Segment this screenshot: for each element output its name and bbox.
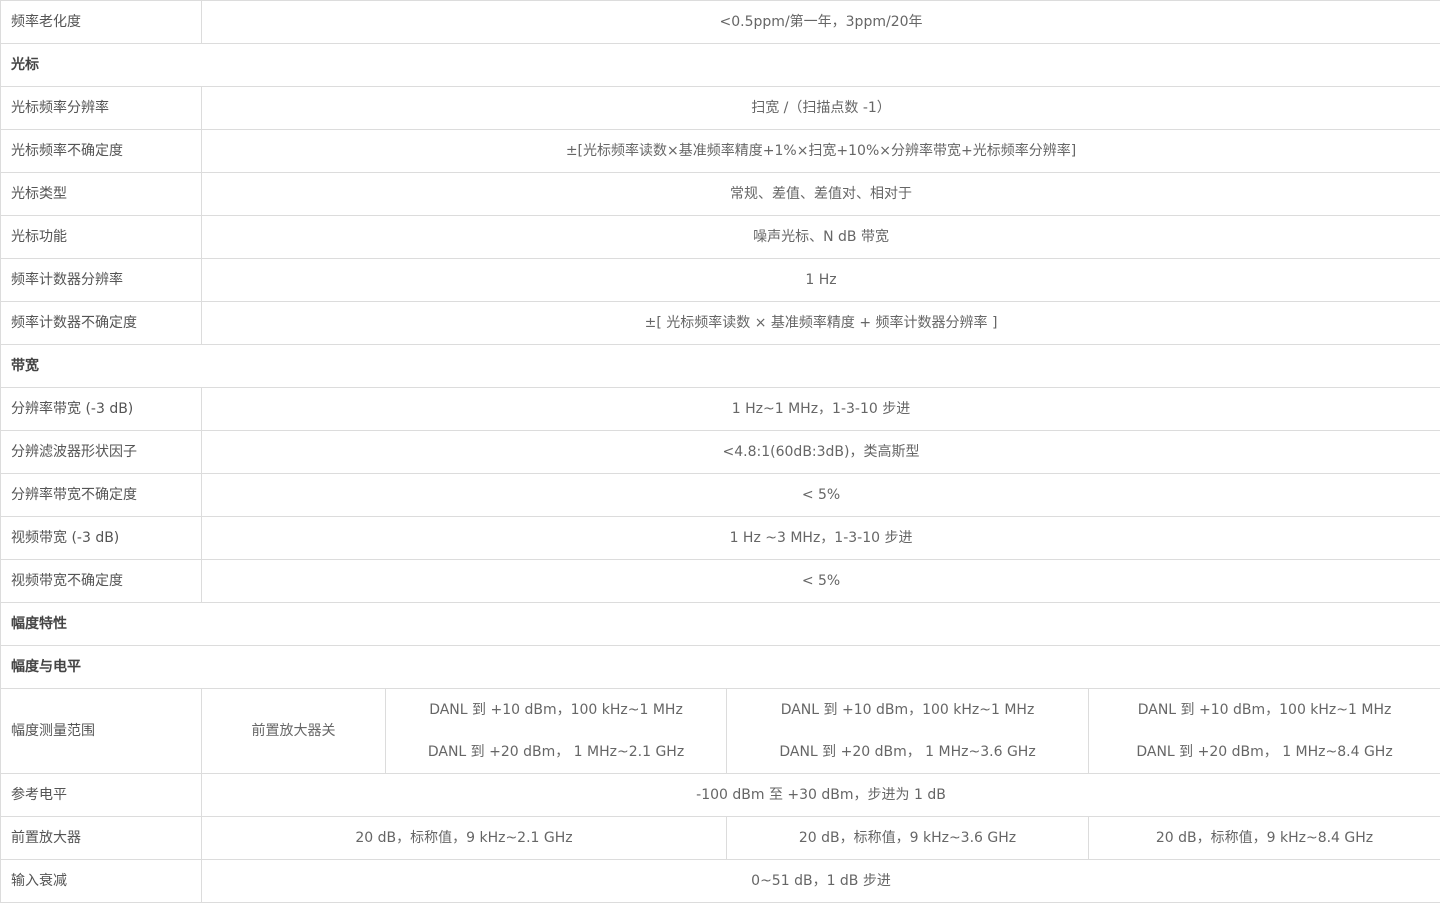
row-label: 分辨滤波器形状因子 (1, 431, 202, 474)
row-value: < 5% (202, 474, 1440, 517)
range-line: DANL 到 +20 dBm， 1 MHz~3.6 GHz (727, 743, 1088, 761)
row-value: <4.8:1(60dB:3dB)，类高斯型 (202, 431, 1440, 474)
table-row: 频率计数器分辨率 1 Hz (1, 259, 1440, 302)
row-label: 光标类型 (1, 173, 202, 216)
row-label: 视频带宽不确定度 (1, 560, 202, 603)
row-label: 输入衰减 (1, 860, 202, 903)
range-line: DANL 到 +20 dBm， 1 MHz~2.1 GHz (386, 743, 726, 761)
row-sublabel: 前置放大器关 (202, 689, 386, 774)
table-row: 参考电平 -100 dBm 至 +30 dBm，步进为 1 dB (1, 774, 1440, 817)
table-row: 分辨率带宽不确定度 < 5% (1, 474, 1440, 517)
row-value: 扫宽 /（扫描点数 -1） (202, 87, 1440, 130)
section-heading: 幅度特性 (1, 603, 1440, 646)
table-row: 输入衰减 0~51 dB，1 dB 步进 (1, 860, 1440, 903)
range-line: DANL 到 +10 dBm，100 kHz~1 MHz (727, 701, 1088, 719)
row-value: ±[ 光标频率读数 × 基准频率精度 + 频率计数器分辨率 ] (202, 302, 1440, 345)
table-row: 前置放大器 20 dB，标称值，9 kHz~2.1 GHz 20 dB，标称值，… (1, 817, 1440, 860)
row-value: 1 Hz ~3 MHz，1-3-10 步进 (202, 517, 1440, 560)
row-value: 1 Hz~1 MHz，1-3-10 步进 (202, 388, 1440, 431)
table-row: 频率老化度 <0.5ppm/第一年，3ppm/20年 (1, 1, 1440, 44)
table-row: 分辨率带宽 (-3 dB) 1 Hz~1 MHz，1-3-10 步进 (1, 388, 1440, 431)
preamp-cell: 20 dB，标称值，9 kHz~8.4 GHz (1089, 817, 1440, 860)
range-line: DANL 到 +10 dBm，100 kHz~1 MHz (386, 701, 726, 719)
range-line: DANL 到 +10 dBm，100 kHz~1 MHz (1089, 701, 1440, 719)
row-label: 参考电平 (1, 774, 202, 817)
preamp-cell: 20 dB，标称值，9 kHz~2.1 GHz (202, 817, 727, 860)
row-value: -100 dBm 至 +30 dBm，步进为 1 dB (202, 774, 1440, 817)
table-row: 光标频率不确定度 ±[光标频率读数×基准频率精度+1%×扫宽+10%×分辨率带宽… (1, 130, 1440, 173)
row-label: 光标频率分辨率 (1, 87, 202, 130)
row-label: 分辨率带宽 (-3 dB) (1, 388, 202, 431)
row-label: 光标功能 (1, 216, 202, 259)
section-heading: 幅度与电平 (1, 646, 1440, 689)
row-value: ±[光标频率读数×基准频率精度+1%×扫宽+10%×分辨率带宽+光标频率分辨率] (202, 130, 1440, 173)
preamp-cell: 20 dB，标称值，9 kHz~3.6 GHz (727, 817, 1089, 860)
row-label: 幅度测量范围 (1, 689, 202, 774)
range-cell: DANL 到 +10 dBm，100 kHz~1 MHz DANL 到 +20 … (727, 689, 1089, 774)
spec-table: 频率老化度 <0.5ppm/第一年，3ppm/20年 光标 光标频率分辨率 扫宽… (0, 0, 1440, 903)
section-row: 幅度与电平 (1, 646, 1440, 689)
row-label: 视频带宽 (-3 dB) (1, 517, 202, 560)
row-value: 1 Hz (202, 259, 1440, 302)
table-row: 幅度测量范围 前置放大器关 DANL 到 +10 dBm，100 kHz~1 M… (1, 689, 1440, 774)
table-row: 光标频率分辨率 扫宽 /（扫描点数 -1） (1, 87, 1440, 130)
section-row: 幅度特性 (1, 603, 1440, 646)
table-row: 分辨滤波器形状因子 <4.8:1(60dB:3dB)，类高斯型 (1, 431, 1440, 474)
row-label: 分辨率带宽不确定度 (1, 474, 202, 517)
row-label: 频率计数器不确定度 (1, 302, 202, 345)
row-value: < 5% (202, 560, 1440, 603)
range-line: DANL 到 +20 dBm， 1 MHz~8.4 GHz (1089, 743, 1440, 761)
section-heading: 带宽 (1, 345, 1440, 388)
range-cell: DANL 到 +10 dBm，100 kHz~1 MHz DANL 到 +20 … (386, 689, 727, 774)
table-row: 视频带宽 (-3 dB) 1 Hz ~3 MHz，1-3-10 步进 (1, 517, 1440, 560)
row-value: 噪声光标、N dB 带宽 (202, 216, 1440, 259)
row-label: 频率老化度 (1, 1, 202, 44)
section-row: 光标 (1, 44, 1440, 87)
range-cell: DANL 到 +10 dBm，100 kHz~1 MHz DANL 到 +20 … (1089, 689, 1440, 774)
row-value: <0.5ppm/第一年，3ppm/20年 (202, 1, 1440, 44)
section-heading: 光标 (1, 44, 1440, 87)
table-row: 视频带宽不确定度 < 5% (1, 560, 1440, 603)
row-label: 前置放大器 (1, 817, 202, 860)
table-row: 光标功能 噪声光标、N dB 带宽 (1, 216, 1440, 259)
row-value: 0~51 dB，1 dB 步进 (202, 860, 1440, 903)
row-value: 常规、差值、差值对、相对于 (202, 173, 1440, 216)
row-label: 频率计数器分辨率 (1, 259, 202, 302)
table-row: 光标类型 常规、差值、差值对、相对于 (1, 173, 1440, 216)
table-row: 频率计数器不确定度 ±[ 光标频率读数 × 基准频率精度 + 频率计数器分辨率 … (1, 302, 1440, 345)
section-row: 带宽 (1, 345, 1440, 388)
row-label: 光标频率不确定度 (1, 130, 202, 173)
